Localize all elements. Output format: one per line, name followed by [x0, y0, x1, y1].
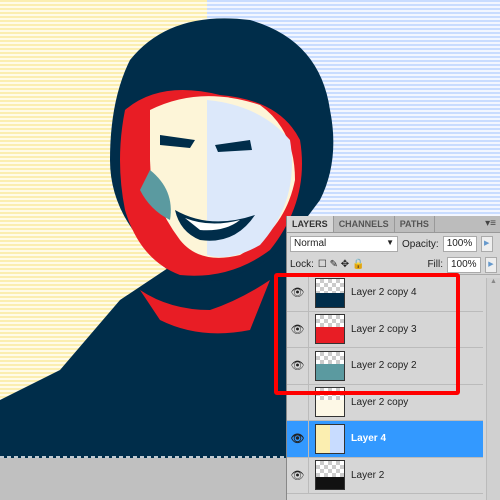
layer-name: Layer 2 copy — [351, 396, 409, 408]
fill-input[interactable]: 100% — [447, 256, 481, 273]
blend-mode-select[interactable]: Normal ▼ — [290, 236, 398, 252]
layer-name: Layer 2 — [351, 469, 385, 481]
highlight-box — [274, 273, 460, 395]
layer-row[interactable]: 👁 Layer 2 — [287, 457, 483, 494]
tab-paths[interactable]: PATHS — [395, 216, 435, 232]
chevron-down-icon: ▼ — [386, 238, 394, 247]
lock-label: Lock: — [290, 259, 314, 270]
fill-label: Fill: — [427, 259, 443, 270]
eye-icon[interactable]: 👁 — [287, 421, 309, 457]
opacity-input[interactable]: 100% — [442, 236, 477, 252]
tab-channels[interactable]: CHANNELS — [334, 216, 395, 232]
layer-row-selected[interactable]: 👁 Layer 4 — [287, 421, 483, 458]
layer-thumbnail — [315, 460, 345, 491]
opacity-slider-button[interactable]: ▶ — [480, 236, 493, 252]
panel-menu-icon[interactable]: ▾≡ — [481, 216, 500, 232]
tab-layers[interactable]: LAYERS — [287, 216, 334, 232]
layers-scrollbar[interactable]: ▲ — [486, 278, 500, 500]
opacity-label: Opacity: — [402, 238, 439, 250]
fill-slider-button[interactable]: ▶ — [485, 256, 497, 273]
lock-icons[interactable]: ☐ ✎ ✥ 🔒 — [318, 259, 365, 270]
eye-icon[interactable]: 👁 — [287, 457, 309, 493]
blend-mode-value: Normal — [294, 238, 327, 249]
layer-name: Layer 4 — [351, 433, 387, 445]
layer-thumbnail — [315, 423, 345, 454]
